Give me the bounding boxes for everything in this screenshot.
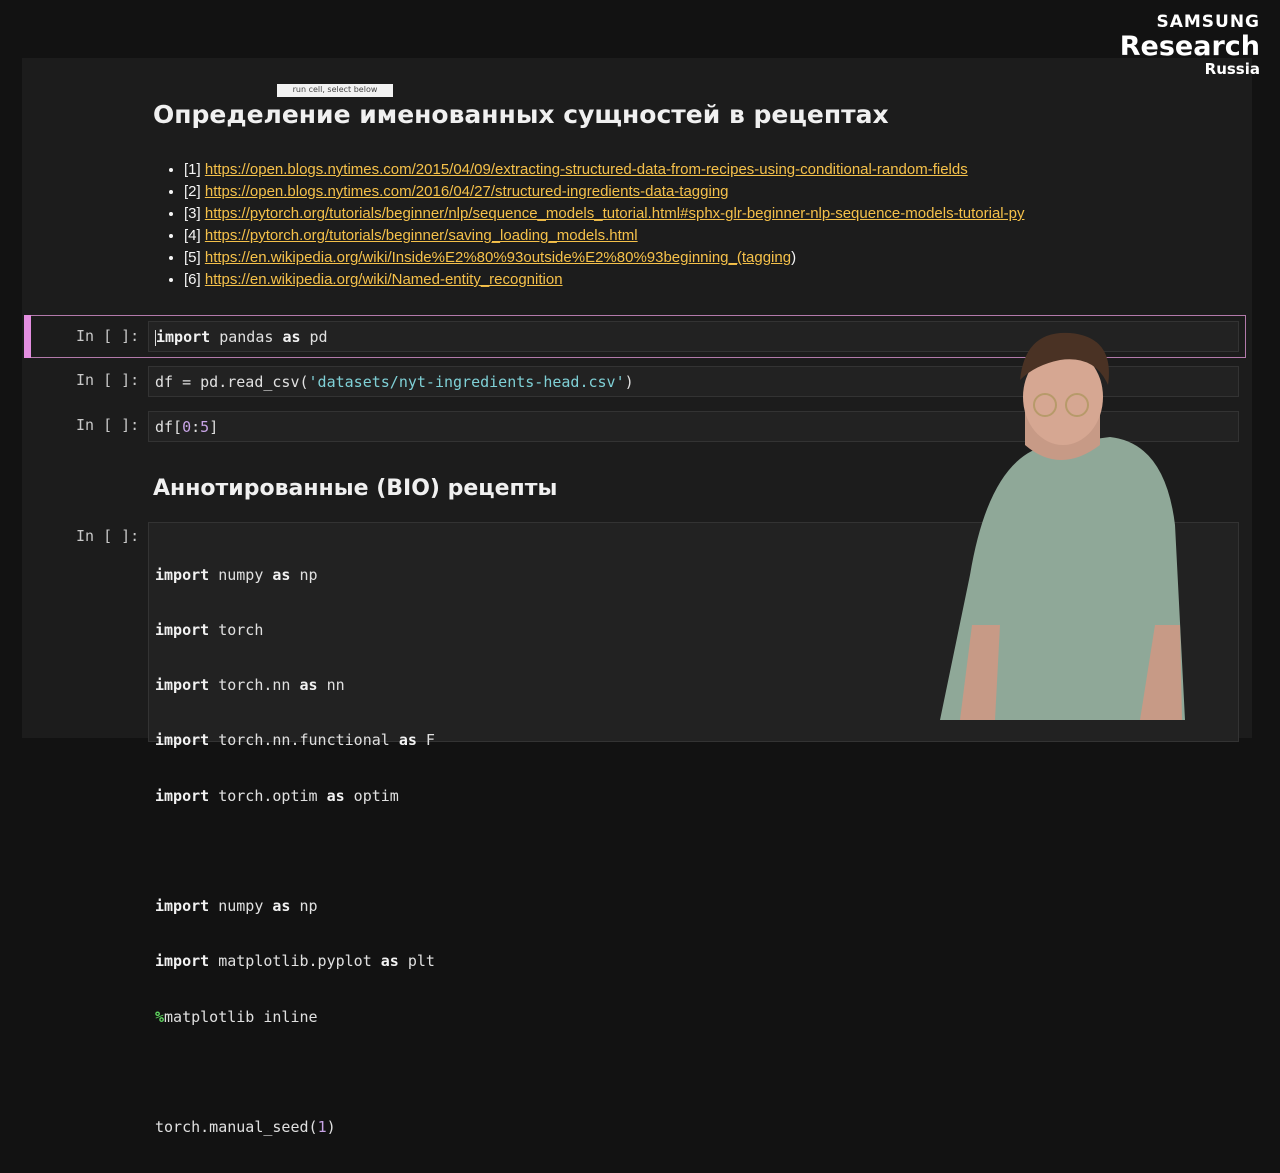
reference-suffix: ) (791, 249, 797, 266)
keyword: import (155, 731, 210, 750)
brand-line-3: Russia (1204, 60, 1260, 78)
keyword: import (156, 328, 211, 346)
cell-prompt: In [ ]: (76, 371, 140, 389)
code-text: numpy (209, 565, 273, 584)
code-text: numpy (209, 897, 273, 916)
reference-link[interactable]: https://en.wikipedia.org/wiki/Inside%E2%… (205, 249, 791, 266)
reference-number: [4] (184, 227, 201, 244)
code-text: ) (624, 373, 634, 391)
code-text: torch.optim (209, 786, 327, 805)
samsung-research-logo: SAMSUNG Research Russia (1120, 14, 1260, 77)
code-text: F (416, 731, 435, 750)
reference-number: [1] (184, 161, 201, 178)
reference-item: [1] https://open.blogs.nytimes.com/2015/… (184, 160, 1024, 182)
code-text: nn (317, 676, 345, 695)
reference-link[interactable]: https://en.wikipedia.org/wiki/Named-enti… (205, 271, 563, 288)
reference-link[interactable]: https://pytorch.org/tutorials/beginner/n… (205, 205, 1025, 222)
code-line: torch.manual_seed(1) (155, 1118, 1232, 1136)
cell-prompt: In [ ]: (76, 527, 140, 545)
code-text: df = pd.read_csv( (155, 373, 309, 391)
keyword: as (326, 786, 345, 805)
reference-item: [2] https://open.blogs.nytimes.com/2016/… (184, 182, 1024, 204)
magic-percent: % (155, 1007, 165, 1026)
keyword: as (380, 952, 399, 971)
code-text: pd (300, 328, 328, 346)
code-text: ] (209, 418, 219, 436)
code-text: np (290, 565, 318, 584)
keyword: import (155, 676, 210, 695)
reference-number: [2] (184, 183, 201, 200)
toolbar-tooltip: run cell, select below (277, 84, 393, 97)
code-text: ) (326, 1118, 336, 1136)
keyword: import (155, 786, 210, 805)
notebook-heading: Определение именованных сущностей в реце… (153, 100, 889, 129)
code-text: torch.manual_seed( (155, 1118, 318, 1136)
code-text: torch (209, 621, 264, 640)
reference-item: [4] https://pytorch.org/tutorials/beginn… (184, 226, 1024, 248)
reference-item: [5] https://en.wikipedia.org/wiki/Inside… (184, 248, 1024, 270)
code-text: pandas (210, 328, 283, 346)
keyword: import (155, 897, 210, 916)
code-text: np (290, 897, 318, 916)
keyword: as (299, 676, 318, 695)
number-literal: 1 (317, 1118, 327, 1136)
jupyter-notebook: SAMSUNG Research Russia run cell, select… (0, 0, 1280, 1136)
reference-number: [5] (184, 249, 201, 266)
code-line: %matplotlib inline (155, 1008, 1232, 1026)
code-text: df[ (155, 418, 183, 436)
presenter-video-overlay (940, 332, 1185, 720)
code-text: matplotlib inline (164, 1007, 318, 1026)
code-line: import torch.nn.functional as F (155, 731, 1232, 749)
reference-item: [3] https://pytorch.org/tutorials/beginn… (184, 204, 1024, 226)
cell-prompt: In [ ]: (76, 327, 140, 345)
string-literal: 'datasets/nyt-ingredients-head.csv' (308, 373, 625, 391)
code-text: : (191, 418, 201, 436)
reference-link[interactable]: https://open.blogs.nytimes.com/2016/04/2… (205, 183, 729, 200)
keyword: import (155, 621, 210, 640)
keyword: import (155, 952, 210, 971)
keyword: as (272, 565, 291, 584)
cell-prompt: In [ ]: (76, 416, 140, 434)
code-line: import torch.optim as optim (155, 787, 1232, 805)
reference-number: [3] (184, 205, 201, 222)
brand-line-1: SAMSUNG (1156, 12, 1260, 32)
selected-cell-indicator (24, 315, 31, 358)
brand-line-2: Research (1119, 31, 1260, 62)
reference-link[interactable]: https://pytorch.org/tutorials/beginner/s… (205, 227, 638, 244)
code-text: torch.nn.functional (209, 731, 399, 750)
number-literal: 5 (200, 418, 210, 436)
reference-list: [1] https://open.blogs.nytimes.com/2015/… (170, 160, 1024, 292)
keyword: as (272, 897, 291, 916)
keyword: as (398, 731, 417, 750)
code-text: torch.nn (209, 676, 300, 695)
code-text: plt (398, 952, 435, 971)
code-line: import numpy as np (155, 897, 1232, 915)
code-text: optim (344, 786, 399, 805)
reference-number: [6] (184, 271, 201, 288)
reference-link[interactable]: https://open.blogs.nytimes.com/2015/04/0… (205, 161, 968, 178)
code-text: matplotlib.pyplot (209, 952, 381, 971)
keyword: import (155, 565, 210, 584)
code-line: import matplotlib.pyplot as plt (155, 952, 1232, 970)
keyword: as (282, 328, 301, 346)
number-literal: 0 (182, 418, 192, 436)
reference-item: [6] https://en.wikipedia.org/wiki/Named-… (184, 270, 1024, 292)
section-heading: Аннотированные (BIO) рецепты (153, 476, 558, 501)
